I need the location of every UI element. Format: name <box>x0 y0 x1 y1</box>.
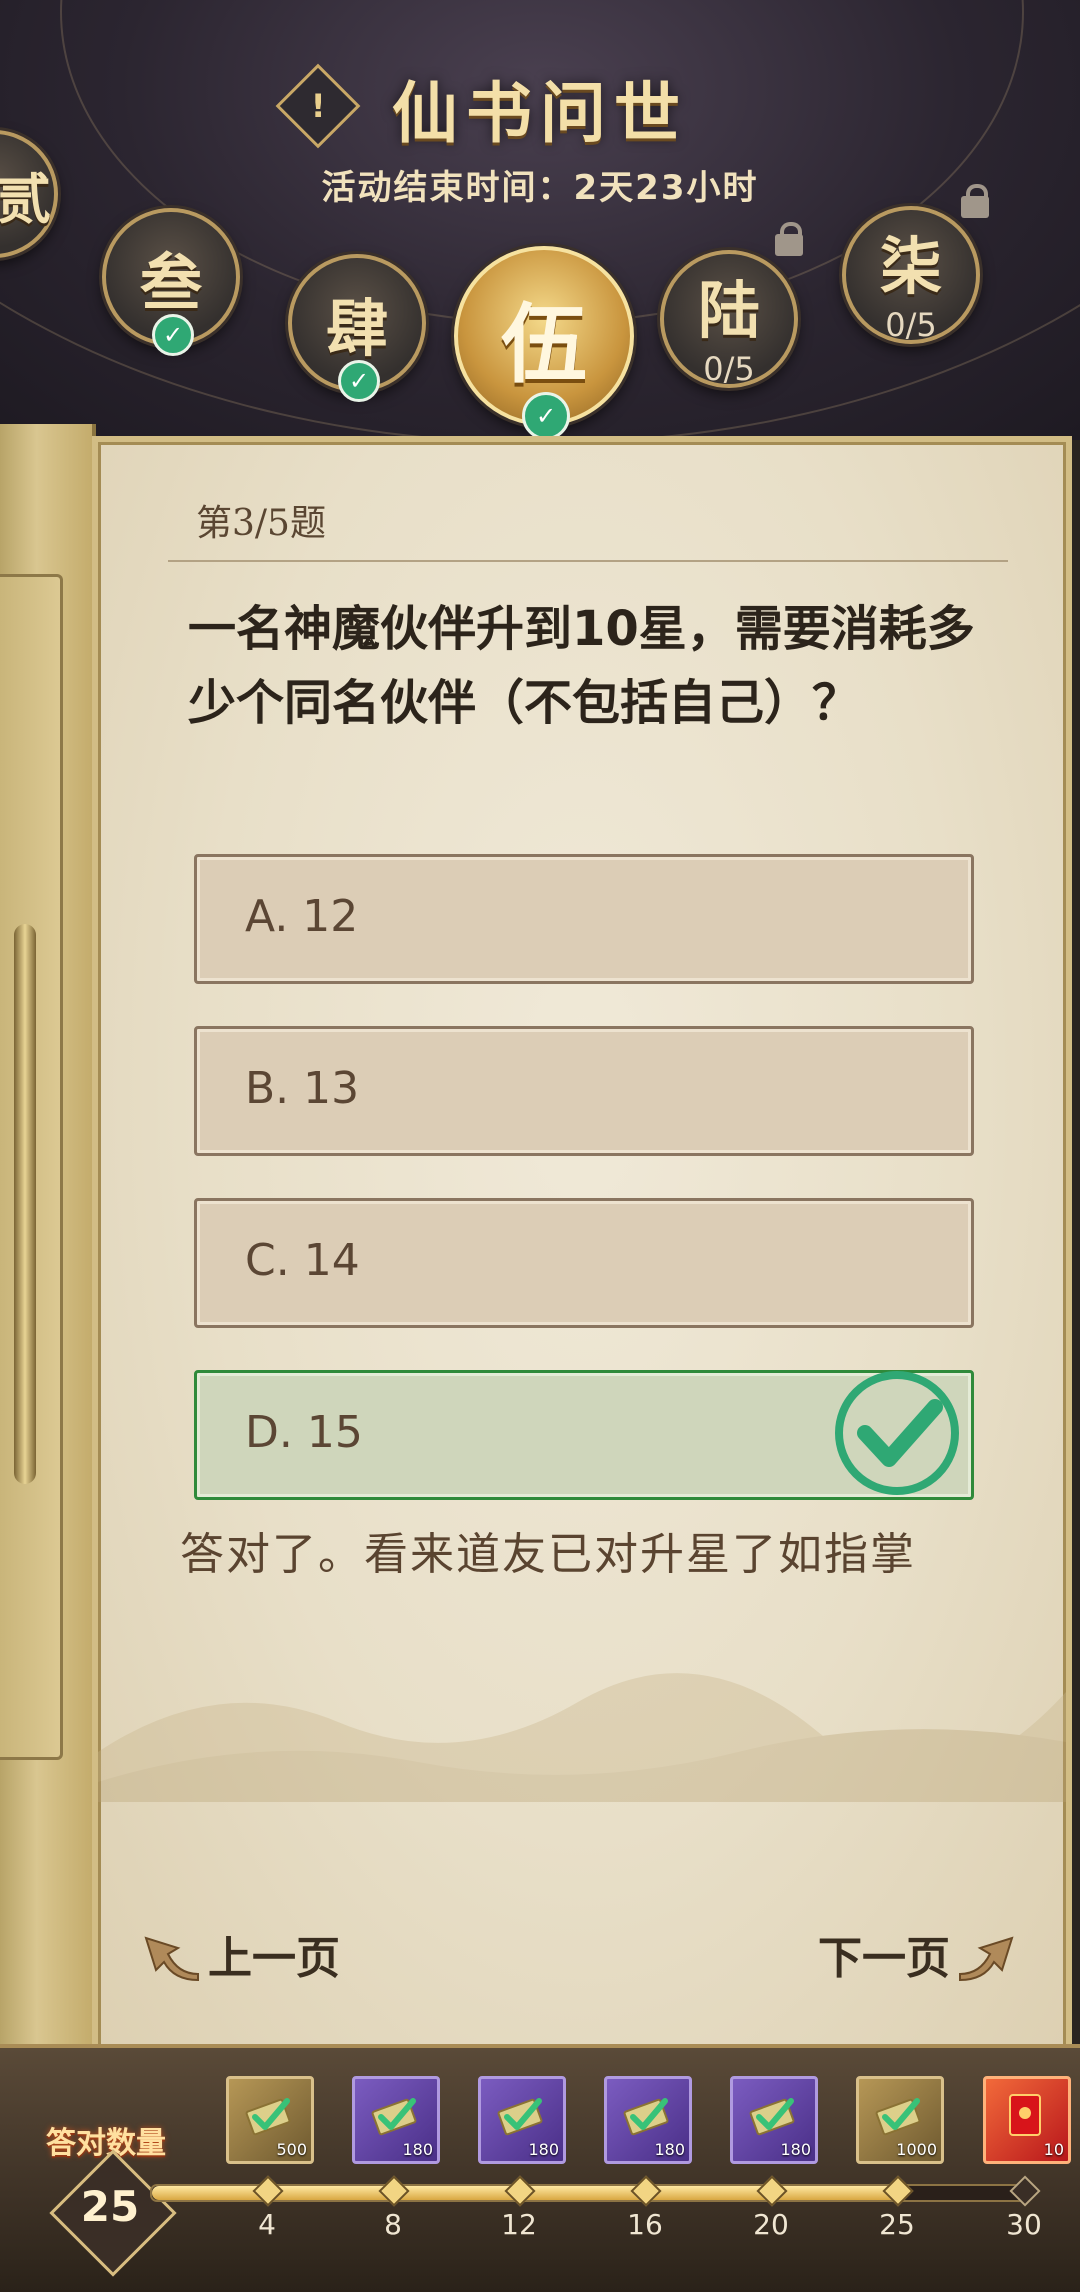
next-page-button[interactable]: 下一页 <box>818 1922 1020 1986</box>
correct-check-icon <box>835 1371 959 1495</box>
milestone-label: 30 <box>1006 2208 1042 2241</box>
chapter-header: ! 仙书问世 活动结束时间：2天23小时 贰 叁 ✓ 肆 ✓ 伍 ✓ 陆 0/5… <box>0 0 1080 440</box>
chapter-char: 陆 <box>697 274 760 347</box>
chapter-progress: 0/5 <box>703 350 755 388</box>
scroll-rail[interactable] <box>14 924 36 1484</box>
option-b[interactable]: B. 13 <box>194 1026 974 1156</box>
option-label: C. 14 <box>245 1235 360 1286</box>
chapter-3[interactable]: 叁 ✓ <box>102 208 240 356</box>
option-label: D. 15 <box>245 1407 363 1458</box>
milestone-label: 25 <box>879 2208 915 2241</box>
milestone-label: 16 <box>627 2208 663 2241</box>
arrow-left-icon <box>144 1936 199 1982</box>
lock-icon <box>772 222 806 256</box>
divider <box>168 560 1008 562</box>
red-envelope-icon <box>1009 2094 1041 2136</box>
chapter-char: 肆 <box>325 292 388 365</box>
chapter-7[interactable]: 柒 0/5 <box>842 206 980 344</box>
option-a[interactable]: A. 12 <box>194 854 974 984</box>
option-label: A. 12 <box>245 891 359 942</box>
correct-count-value: 25 <box>80 2182 140 2231</box>
reward-item[interactable]: 1000 <box>856 2076 944 2164</box>
check-icon: ✓ <box>522 392 570 440</box>
arrow-right-icon <box>959 1936 1014 1982</box>
ticket-icon <box>749 2098 795 2136</box>
question-number: 第3/5题 <box>196 503 326 544</box>
mountain-decor <box>98 1673 1066 1802</box>
prev-page-label: 上一页 <box>208 1933 340 1984</box>
chapter-5[interactable]: 伍 ✓ <box>454 246 634 440</box>
reward-item[interactable]: 500 <box>226 2076 314 2164</box>
reward-qty: 500 <box>276 2140 307 2159</box>
lock-icon <box>958 184 992 218</box>
reward-item[interactable]: 180 <box>478 2076 566 2164</box>
chapter-char: 伍 <box>501 293 587 395</box>
chapter-4[interactable]: 肆 ✓ <box>288 254 426 402</box>
page-title: 仙书问世 <box>392 74 688 152</box>
quiz-panel: 第3/5题 一名神魔伙伴升到10星，需要消耗多少个同名伙伴（不包括自己）？ A.… <box>92 436 1072 2056</box>
chapter-6[interactable]: 陆 0/5 <box>660 250 798 388</box>
prev-page-button[interactable]: 上一页 <box>138 1922 340 1986</box>
milestone-label: 20 <box>753 2208 789 2241</box>
chapter-progress: 0/5 <box>885 306 937 344</box>
reward-qty: 180 <box>402 2140 433 2159</box>
check-icon: ✓ <box>152 314 194 356</box>
reward-qty: 180 <box>654 2140 685 2159</box>
answer-feedback: 答对了。看来道友已对升星了如指掌 <box>180 1529 916 1580</box>
milestone-label: 8 <box>384 2208 402 2241</box>
chapter-char: 贰 <box>0 166 51 231</box>
ticket-icon <box>623 2098 669 2136</box>
next-page-label: 下一页 <box>818 1933 950 1984</box>
chapter-char: 叁 <box>139 246 202 319</box>
reward-qty: 180 <box>528 2140 559 2159</box>
milestone-label: 12 <box>501 2208 537 2241</box>
reward-qty: 10 <box>1043 2140 1064 2159</box>
reward-item[interactable]: 180 <box>730 2076 818 2164</box>
reward-qty: 180 <box>780 2140 811 2159</box>
option-d[interactable]: D. 15 <box>194 1370 974 1500</box>
reward-item[interactable]: 10 <box>983 2076 1071 2164</box>
ticket-icon <box>371 2098 417 2136</box>
option-label: B. 13 <box>245 1063 360 1114</box>
ticket-icon <box>875 2098 921 2136</box>
reward-item[interactable]: 180 <box>604 2076 692 2164</box>
reward-item[interactable]: 180 <box>352 2076 440 2164</box>
check-icon: ✓ <box>338 360 380 402</box>
option-c[interactable]: C. 14 <box>194 1198 974 1328</box>
event-end-time: 活动结束时间：2天23小时 <box>321 168 759 208</box>
chapter-char: 柒 <box>879 230 942 303</box>
reward-qty: 1000 <box>896 2140 937 2159</box>
milestone-label: 4 <box>258 2208 276 2241</box>
ticket-icon <box>245 2098 291 2136</box>
scroll-side <box>0 424 96 2044</box>
ticket-icon <box>497 2098 543 2136</box>
question-text: 一名神魔伙伴升到10星，需要消耗多少个同名伙伴（不包括自己）？ <box>188 601 975 731</box>
